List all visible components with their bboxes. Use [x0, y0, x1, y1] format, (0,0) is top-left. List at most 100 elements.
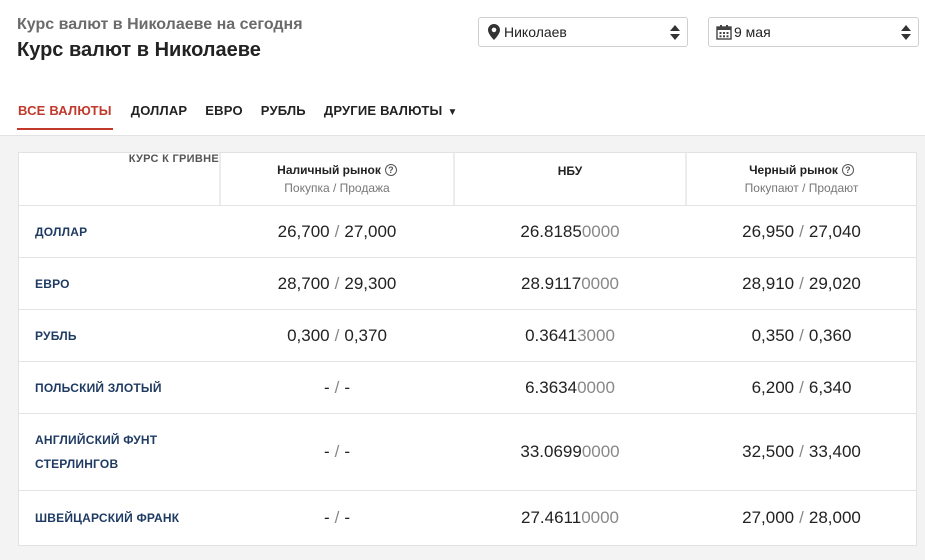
currency-name-link[interactable]: ЕВРО — [35, 272, 70, 296]
table-row: АНГЛИЙСКИЙ ФУНТ СТЕРЛИНГОВ - / - 33.0699 000… — [19, 414, 916, 491]
tab-euro[interactable]: ЕВРО — [205, 103, 242, 130]
cash-sell: 29,300 — [344, 273, 397, 293]
currency-name-link[interactable]: АНГЛИЙСКИЙ ФУНТ СТЕРЛИНГОВ — [35, 428, 157, 476]
header-corner-cell: КУРС К ГРИВНЕ — [19, 153, 219, 205]
rate-separator: / — [334, 442, 340, 461]
currency-name-link[interactable]: ДОЛЛАР — [35, 220, 87, 244]
cash-rate: - / - — [221, 491, 453, 545]
nbu-rate-tail: 0000 — [581, 508, 620, 527]
currency-name-link[interactable]: РУБЛЬ — [35, 324, 77, 348]
rate-separator: / — [334, 508, 340, 527]
location-pin-icon — [486, 23, 502, 41]
tab-other-currencies[interactable]: ДРУГИЕ ВАЛЮТЫ ▼ — [324, 103, 458, 130]
cash-market-subheader: Покупка / Продажа — [284, 181, 390, 195]
black-sell: 6,340 — [808, 377, 852, 397]
black-sell: 0,360 — [808, 325, 852, 345]
content-area: КУРС К ГРИВНЕ Наличный рынок? Покупка / … — [0, 136, 925, 560]
black-buy: 32,500 — [742, 442, 795, 461]
black-rate: 26,950/27,040 — [687, 206, 916, 257]
rate-separator: / — [799, 377, 804, 397]
nbu-rate-tail: 0000 — [581, 221, 620, 241]
black-sell: 28,000 — [808, 508, 861, 527]
nbu-rate-main: 33.0699 — [520, 442, 582, 461]
rate-separator: / — [799, 273, 804, 293]
rate-separator: / — [799, 508, 804, 527]
rate-separator: / — [334, 273, 340, 293]
cash-buy: - — [323, 377, 330, 397]
black-rate: 0,350/0,360 — [687, 310, 916, 361]
currency-name-line2: СТЕРЛИНГОВ — [35, 457, 119, 471]
black-market-subheader: Покупают / Продают — [744, 181, 859, 195]
black-buy: 28,910 — [742, 273, 795, 293]
help-icon[interactable]: ? — [841, 164, 854, 176]
nbu-rate-tail: 0000 — [581, 442, 620, 461]
cash-rate: 28,700/29,300 — [221, 258, 453, 309]
help-icon[interactable]: ? — [384, 164, 397, 176]
black-buy: 6,200 — [751, 377, 795, 397]
page-subtitle: Курс валют в Николаеве на сегодня — [17, 16, 303, 33]
black-rate: 32,500/33,400 — [687, 414, 916, 490]
cash-sell: 27,000 — [344, 221, 397, 241]
rate-separator: / — [799, 325, 804, 345]
cash-rate: 0,300/0,370 — [221, 310, 453, 361]
cash-buy: 26,700 — [277, 221, 330, 241]
black-market-title: Черный рынок — [749, 163, 838, 177]
nbu-rate-main: 26.8185 — [520, 221, 582, 241]
tab-dollar[interactable]: ДОЛЛАР — [131, 103, 188, 130]
black-rate: 28,910/29,020 — [687, 258, 916, 309]
cash-buy: - — [323, 508, 330, 527]
nbu-rate: 6.3634 0000 — [455, 362, 685, 413]
header-cash-market: Наличный рынок? Покупка / Продажа — [221, 153, 453, 205]
rate-separator: / — [334, 221, 340, 241]
tab-ruble[interactable]: РУБЛЬ — [261, 103, 306, 130]
cash-rate: 26,700/27,000 — [221, 206, 453, 257]
table-row: ШВЕЙЦАРСКИЙ ФРАНК - / - 27.4611 0000 27,000… — [19, 491, 916, 545]
page-header: Курс валют в Николаеве на сегодня Курс в… — [0, 0, 925, 136]
cash-sell: - — [344, 377, 351, 397]
black-rate: 6,200/6,340 — [687, 362, 916, 413]
table-row: РУБЛЬ 0,300/0,370 0.3641 3000 0,350/0,360 — [19, 310, 916, 362]
nbu-rate: 26.8185 0000 — [455, 206, 685, 257]
city-select[interactable]: Николаев — [478, 17, 688, 47]
black-buy: 26,950 — [742, 221, 795, 241]
nbu-rate-tail: 0000 — [577, 377, 615, 397]
currency-tabs: ВСЕ ВАЛЮТЫ ДОЛЛАР ЕВРО РУБЛЬ ДРУГИЕ ВАЛЮ… — [17, 103, 476, 130]
nbu-rate-tail: 3000 — [577, 325, 615, 345]
black-sell: 33,400 — [808, 442, 861, 461]
cash-rate: - / - — [221, 362, 453, 413]
black-market-header: Черный рынок? — [749, 163, 854, 177]
currency-name-link[interactable]: ПОЛЬСКИЙ ЗЛОТЫЙ — [35, 376, 162, 400]
date-select[interactable]: 9 мая — [708, 17, 919, 47]
corner-label: КУРС К ГРИВНЕ — [128, 153, 219, 165]
cash-sell: 0,370 — [344, 325, 387, 345]
nbu-rate: 0.3641 3000 — [455, 310, 685, 361]
nbu-rate-tail: 0000 — [581, 273, 620, 293]
nbu-rate-main: 28.9117 — [520, 273, 582, 293]
cash-rate: - / - — [221, 414, 453, 490]
nbu-title: НБУ — [557, 164, 583, 178]
nbu-rate-main: 0.3641 — [525, 325, 578, 345]
tab-all-currencies[interactable]: ВСЕ ВАЛЮТЫ — [17, 103, 113, 130]
tab-other-currencies-label: ДРУГИЕ ВАЛЮТЫ — [323, 103, 443, 118]
black-sell: 29,020 — [808, 273, 861, 293]
select-arrows-icon — [668, 21, 682, 43]
black-sell: 27,040 — [808, 221, 861, 241]
header-black-market: Черный рынок? Покупают / Продают — [687, 153, 916, 205]
black-buy: 27,000 — [742, 508, 795, 527]
cash-market-title: Наличный рынок — [277, 163, 381, 177]
page-title: Курс валют в Николаеве — [17, 39, 261, 61]
rate-separator: / — [334, 325, 340, 345]
cash-buy: 0,300 — [287, 325, 330, 345]
currency-name-line1: АНГЛИЙСКИЙ ФУНТ — [35, 433, 158, 447]
rate-separator: / — [799, 442, 804, 461]
rate-separator: / — [799, 221, 804, 241]
rate-separator: / — [334, 377, 340, 397]
cash-buy: 28,700 — [277, 273, 330, 293]
currency-name-link[interactable]: ШВЕЙЦАРСКИЙ ФРАНК — [35, 506, 179, 530]
calendar-icon — [716, 23, 732, 41]
select-arrows-icon — [899, 21, 913, 43]
nbu-rate: 28.9117 0000 — [455, 258, 685, 309]
table-row: ЕВРО 28,700/29,300 28.9117 0000 28,910/29… — [19, 258, 916, 310]
table-row: ДОЛЛАР 26,700/27,000 26.8185 0000 26,950/… — [19, 206, 916, 258]
cash-sell: - — [344, 442, 351, 461]
